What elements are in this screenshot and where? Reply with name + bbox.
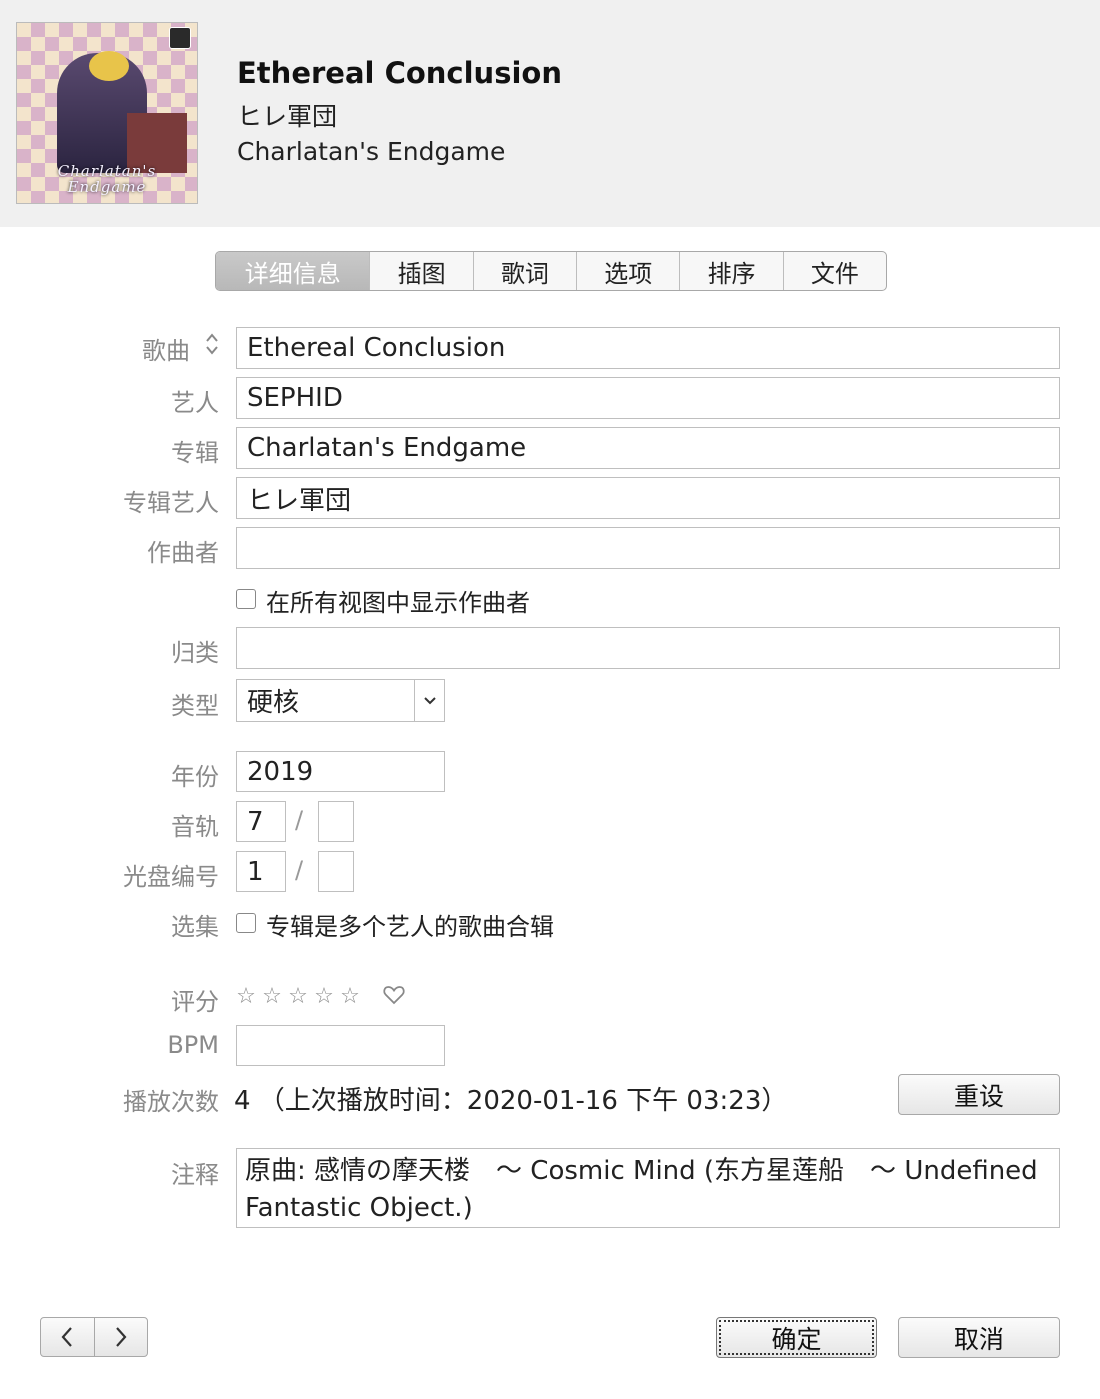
genre-dropdown-button[interactable] xyxy=(414,679,445,722)
play-count-text: 4 （上次播放时间：2020-01-16 下午 03:23） xyxy=(234,1086,788,1116)
genre-select[interactable]: 硬核 xyxy=(236,679,415,722)
comments-label: 注释 xyxy=(171,1161,219,1189)
bpm-field[interactable] xyxy=(236,1025,445,1066)
composer-field[interactable] xyxy=(236,527,1060,569)
compilation-text: 专辑是多个艺人的歌曲合辑 xyxy=(266,913,554,941)
tab-artwork[interactable]: 插图 xyxy=(369,252,472,290)
song-field[interactable]: Ethereal Conclusion xyxy=(236,327,1060,369)
show-composer-checkbox[interactable] xyxy=(236,589,256,609)
cancel-button[interactable]: 取消 xyxy=(898,1317,1060,1358)
compilation-label: 选集 xyxy=(171,913,219,941)
genre-label: 类型 xyxy=(171,692,219,720)
previous-track-button[interactable] xyxy=(41,1318,94,1356)
grouping-field[interactable] xyxy=(236,627,1060,669)
track-navigation xyxy=(40,1317,148,1357)
tab-file[interactable]: 文件 xyxy=(782,252,886,290)
song-title: Ethereal Conclusion xyxy=(237,56,562,90)
star-icon[interactable]: ☆ xyxy=(338,984,362,1009)
ok-button[interactable]: 确定 xyxy=(716,1317,877,1358)
album-artist-field[interactable]: ヒレ軍団 xyxy=(236,477,1060,519)
track-label: 音轨 xyxy=(171,813,219,841)
album-artwork[interactable]: Charlatan's Endgame xyxy=(17,23,197,203)
sort-toggle-icon[interactable] xyxy=(204,330,220,358)
tab-sorting[interactable]: 排序 xyxy=(679,252,782,290)
track-slash: / xyxy=(295,806,304,834)
disc-slash: / xyxy=(295,856,304,884)
rating-stars[interactable]: ☆ ☆ ☆ ☆ ☆ xyxy=(234,984,362,1009)
song-label: 歌曲 xyxy=(142,337,190,365)
track-total-field[interactable] xyxy=(318,801,354,842)
artwork-title: Charlatan's Endgame xyxy=(57,162,157,196)
artist-field[interactable]: SEPHID xyxy=(236,377,1060,419)
bpm-label: BPM xyxy=(167,1031,219,1059)
star-icon[interactable]: ☆ xyxy=(234,984,258,1009)
disc-total-field[interactable] xyxy=(318,851,354,892)
album-label: 专辑 xyxy=(171,439,219,467)
album-artist-label: 专辑艺人 xyxy=(123,489,219,517)
track-number-field[interactable]: 7 xyxy=(236,801,286,842)
artwork-badge-icon xyxy=(169,27,191,49)
disc-number-field[interactable]: 1 xyxy=(236,851,286,892)
year-field[interactable]: 2019 xyxy=(236,751,445,792)
header: Charlatan's Endgame Ethereal Conclusion … xyxy=(0,0,1100,227)
star-icon[interactable]: ☆ xyxy=(260,984,284,1009)
star-icon[interactable]: ☆ xyxy=(312,984,336,1009)
grouping-label: 归类 xyxy=(171,639,219,667)
composer-label: 作曲者 xyxy=(147,539,219,567)
album-field[interactable]: Charlatan's Endgame xyxy=(236,427,1060,469)
artwork-hair xyxy=(89,51,129,81)
chevron-down-icon xyxy=(423,696,436,704)
chevron-left-icon xyxy=(61,1327,73,1347)
album-artist-heading: ヒレ軍団 xyxy=(237,102,338,131)
year-label: 年份 xyxy=(171,763,219,791)
reset-play-count-button[interactable]: 重设 xyxy=(898,1074,1060,1115)
chevron-right-icon xyxy=(115,1327,127,1347)
star-icon[interactable]: ☆ xyxy=(286,984,310,1009)
compilation-checkbox[interactable] xyxy=(236,913,256,933)
disc-label: 光盘编号 xyxy=(123,863,219,891)
show-composer-label: 在所有视图中显示作曲者 xyxy=(266,589,530,617)
artist-label: 艺人 xyxy=(171,389,219,417)
next-track-button[interactable] xyxy=(93,1318,148,1356)
tab-bar: 详细信息 插图 歌词 选项 排序 文件 xyxy=(215,251,887,291)
love-heart-icon[interactable] xyxy=(382,983,406,1007)
tab-details[interactable]: 详细信息 xyxy=(216,252,370,290)
album-heading: Charlatan's Endgame xyxy=(237,137,506,166)
comments-field[interactable]: 原曲: 感情の摩天楼 ～ Cosmic Mind (东方星莲船 ～ Undefi… xyxy=(236,1148,1060,1228)
tab-lyrics[interactable]: 歌词 xyxy=(472,252,576,290)
tab-options[interactable]: 选项 xyxy=(576,252,679,290)
play-count-label: 播放次数 xyxy=(123,1088,219,1116)
rating-label: 评分 xyxy=(171,988,219,1016)
